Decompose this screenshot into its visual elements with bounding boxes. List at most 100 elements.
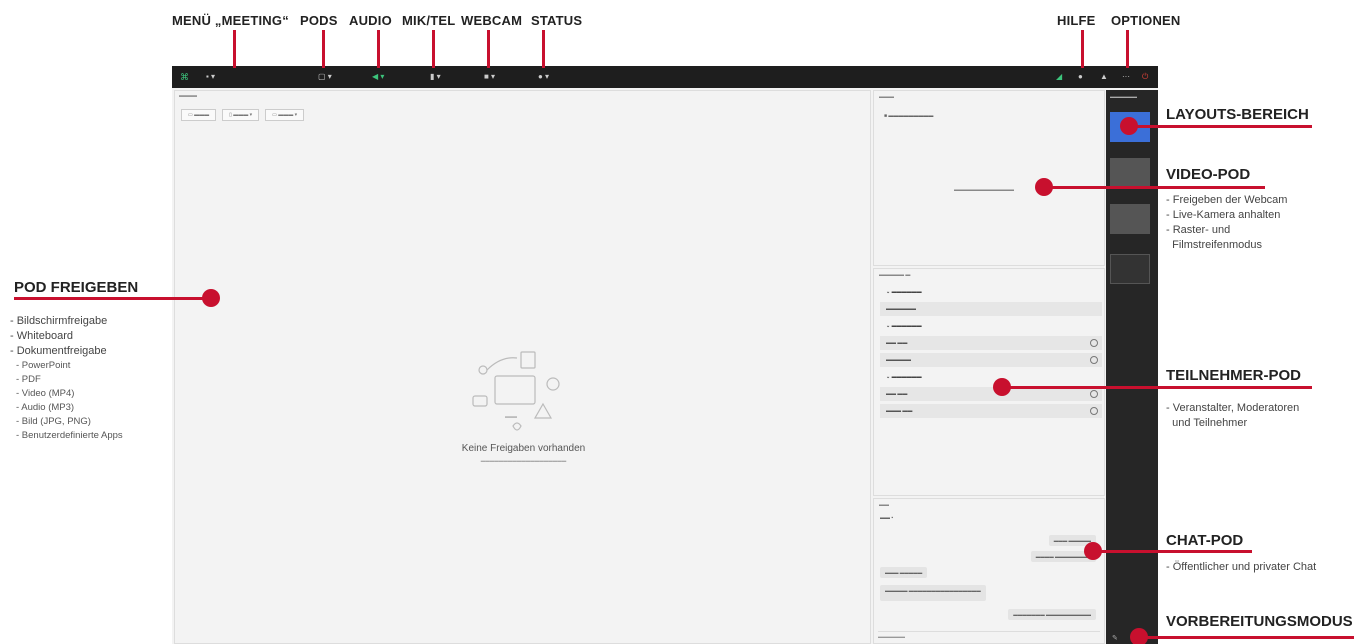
attendees-pod-header: ▬▬▬▬▬ ▬ [879,272,911,278]
attendee-row[interactable]: ▬▬▬▬▬▬ [880,302,1102,316]
audio-button[interactable]: ◀ ▾ [372,72,384,81]
connect-meeting-window: ⌘ ▪ ▾ ▢ ▾ ◀ ▾ ▮ ▾ ■ ▾ ● ▾ ◢ ● ▲ ··· ⏻ ▬▬… [172,66,1158,644]
pods-menu-button[interactable]: ▢ ▾ [318,72,332,81]
callout-teilnehmer-line [1008,386,1312,389]
chat-pod-header: ▬▬ [879,502,889,508]
callout-subitem: - Benutzerdefinierte Apps [16,430,123,441]
callout-item: - Veranstalter, Moderatoren [1166,402,1300,414]
callout-subitem: - Audio (MP3) [16,402,75,413]
empty-share-illustration: ▬▬ [472,351,560,431]
video-pod-header: ▬▬▬ [879,94,894,100]
label-status: STATUS [531,13,583,28]
callout-video-line [1050,186,1265,189]
share-pod: ▬▬▬ ▭ ▬▬▬ ▯ ▬▬▬ ▾ ▭ ▬▬▬ ▾ ▬▬ Keine Freig… [174,90,871,644]
layouts-rail: ▬▬▬▬▬▬ ✎ [1106,90,1158,644]
pointer-pods [322,30,325,68]
callout-video-desc: - Freigeben der Webcam - Live-Kamera anh… [1166,193,1287,253]
share-empty-hint: ▬▬▬▬▬▬▬▬▬▬▬▬▬▬▬▬▬▬▬ [480,458,567,463]
callout-vorbereitung-line [1146,636,1354,639]
status-icon [1090,339,1098,347]
chat-tab-everyone[interactable]: ▬▬ ▪ [880,515,893,521]
options-icon[interactable]: ··· [1122,72,1130,81]
share-toolbar: ▭ ▬▬▬ ▯ ▬▬▬ ▾ ▭ ▬▬▬ ▾ [181,109,305,121]
callout-pod-freigeben-dot [202,289,220,307]
power-icon[interactable]: ⏻ [1142,72,1148,82]
annotated-screenshot: { "labels": { "menu_meeting": "MENÜ „MEE… [0,0,1358,644]
layouts-header: ▬▬▬▬▬▬ [1110,94,1137,99]
status-icon [1090,356,1098,364]
callout-chat-title: CHAT-POD [1166,532,1244,549]
label-hilfe: HILFE [1057,13,1096,28]
app-logo-icon: ⌘ [180,72,189,82]
mic-button[interactable]: ▮ ▾ [430,72,441,81]
callout-item: - Live-Kamera anhalten [1166,209,1281,221]
callout-item: - Whiteboard [10,330,73,342]
callout-item: - Öffentlicher und privater Chat [1166,561,1317,573]
callout-teilnehmer-desc: - Veranstalter, Moderatoren und Teilnehm… [1166,401,1299,431]
pointer-optionen [1126,30,1129,68]
share-pod-header: ▬▬▬ [179,93,197,99]
callout-item: - Bildschirmfreigabe [10,315,108,327]
attendee-row[interactable]: ▬▬ ▬▬ [880,387,1102,401]
notifications-icon[interactable]: ▲ [1100,72,1108,81]
status-icon [1090,407,1098,415]
participants-group[interactable]: ⌄ ▬▬▬▬▬▬ [880,370,1102,384]
presenters-group[interactable]: ⌄ ▬▬▬▬▬▬ [880,319,1102,333]
status-button[interactable]: ● ▾ [538,72,549,81]
chat-pod: ▬▬ ▬▬ ▪ ▬▬▬ ▬▬▬▬▬ ▬▬▬▬ ▬▬▬▬▬▬▬▬ ▬▬▬ ▬▬▬▬… [873,498,1105,644]
attendee-row[interactable]: ▬▬▬▬▬ [880,353,1102,367]
chat-input[interactable]: ▬▬▬▬▬▬ [878,631,1100,641]
layout-thumbnail[interactable] [1110,158,1150,188]
no-video-message: ▬▬▬▬▬▬▬▬▬▬▬▬ [954,187,1014,193]
chat-message: ▬▬▬ ▬▬▬▬▬ [880,567,928,578]
callout-vorbereitung-title: VORBEREITUNGSMODUS [1166,613,1353,630]
svg-text:▬▬: ▬▬ [505,414,517,420]
callout-item: und Teilnehmer [1166,417,1248,429]
share-empty-message: Keine Freigaben vorhanden [461,443,586,454]
label-optionen: OPTIONEN [1111,13,1181,28]
callout-video-title: VIDEO-POD [1166,166,1251,183]
status-icon [1090,390,1098,398]
video-pod: ▬▬▬ ■ ▬▬▬▬▬▬▬▬▬ ▬▬▬▬▬▬▬▬▬▬▬▬ [873,90,1105,266]
callout-item: - Dokumentfreigabe [10,345,107,357]
label-pods: PODS [300,13,338,28]
callout-subitem: - Bild (JPG, PNG) [16,416,91,427]
chat-message: ▬▬▬▬▬ ▬▬▬▬▬▬▬▬▬▬▬▬▬▬▬▬ [880,585,986,601]
prepare-mode-icon[interactable]: ✎ [1112,634,1118,642]
layout-thumbnail[interactable] [1110,204,1150,234]
callout-pod-freigeben-title: POD FREIGEBEN [14,279,139,296]
attendees-pod: ▬▬▬▬▬ ▬ ⌄ ▬▬▬▬▬▬ ▬▬▬▬▬▬ ⌄ ▬▬▬▬▬▬ ▬▬ ▬▬ ▬… [873,268,1105,496]
help-icon[interactable]: ● [1078,72,1083,81]
callout-pod-freigeben-line [14,297,204,300]
meeting-toolbar: ⌘ ▪ ▾ ▢ ▾ ◀ ▾ ▮ ▾ ■ ▾ ● ▾ ◢ ● ▲ ··· ⏻ [172,66,1158,88]
hosts-group[interactable]: ⌄ ▬▬▬▬▬▬ [880,285,1102,299]
callout-item: - Freigeben der Webcam [1166,194,1288,206]
callout-subitem: - Video (MP4) [16,388,75,399]
pointer-meeting [233,30,236,68]
document-share-button[interactable]: ▯ ▬▬▬ ▾ [222,109,260,121]
screen-share-button[interactable]: ▭ ▬▬▬ [181,109,217,121]
callout-pod-freigeben-desc: - Bildschirmfreigabe - Whiteboard - Doku… [10,314,123,443]
attendee-row[interactable]: ▬▬▬ ▬▬ [880,404,1102,418]
label-webcam: WEBCAM [461,13,523,28]
pointer-mik-tel [432,30,435,68]
pointer-status [542,30,545,68]
meeting-menu-button[interactable]: ▪ ▾ [206,72,215,81]
callout-layouts-title: LAYOUTS-BEREICH [1166,106,1309,123]
label-audio: AUDIO [349,13,392,28]
callout-subitem: - PowerPoint [16,360,71,371]
callout-chat-line [1100,550,1252,553]
callout-subitem: - PDF [16,374,41,385]
callout-teilnehmer-title: TEILNEHMER-POD [1166,367,1301,384]
callout-item: - Raster- und [1166,224,1231,236]
start-webcam-button[interactable]: ■ ▬▬▬▬▬▬▬▬▬ [884,113,933,119]
pointer-audio [377,30,380,68]
whiteboard-button[interactable]: ▭ ▬▬▬ ▾ [265,109,305,121]
callout-layouts-line [1136,125,1312,128]
label-mik-tel: MIK/TEL [402,13,456,28]
add-layout-button[interactable] [1110,254,1150,284]
attendee-row[interactable]: ▬▬ ▬▬ [880,336,1102,350]
pointer-hilfe [1081,30,1084,68]
webcam-button[interactable]: ■ ▾ [484,72,495,81]
callout-chat-desc: - Öffentlicher und privater Chat [1166,560,1316,575]
